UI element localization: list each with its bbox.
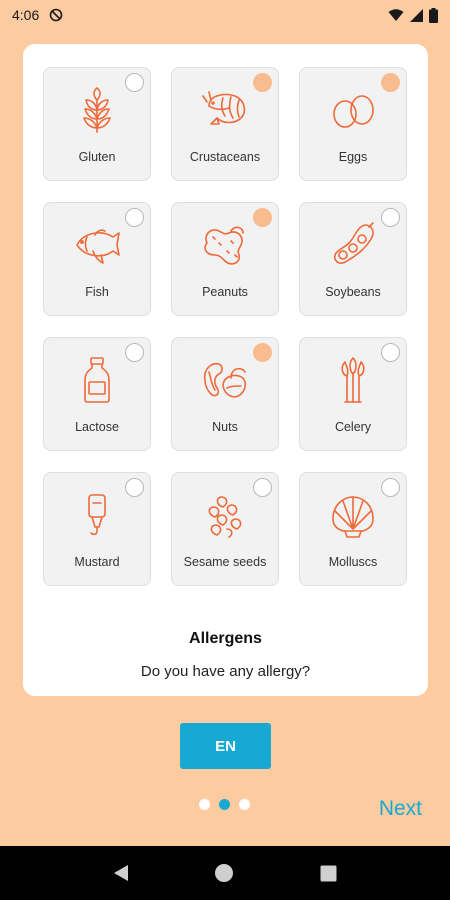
allergen-label: Crustaceans <box>189 150 261 164</box>
select-checkbox[interactable] <box>253 208 272 227</box>
card-subtitle: Do you have any allergy? <box>140 663 311 680</box>
allergen-label: Mustard <box>74 555 120 569</box>
allergen-tile-molluscs[interactable]: Molluscs <box>299 472 407 586</box>
allergen-label: Gluten <box>78 150 116 164</box>
allergen-label: Sesame seeds <box>183 555 267 569</box>
peanut-icon <box>199 219 251 271</box>
allergen-tile-crustaceans[interactable]: Crustaceans <box>171 67 279 181</box>
shrimp-icon <box>199 84 251 136</box>
recents-icon[interactable] <box>320 865 337 882</box>
allergen-label: Eggs <box>338 150 368 164</box>
select-checkbox[interactable] <box>125 478 144 497</box>
eggs-icon <box>327 84 379 136</box>
allergen-label: Celery <box>334 420 372 434</box>
language-button[interactable]: EN <box>180 723 271 769</box>
allergen-tile-peanuts[interactable]: Peanuts <box>171 202 279 316</box>
do-not-disturb-icon <box>49 8 63 22</box>
battery-icon <box>429 7 438 23</box>
allergen-tile-gluten[interactable]: Gluten <box>43 67 151 181</box>
cellular-signal-icon <box>410 8 423 22</box>
allergen-grid: Gluten Crustaceans Eggs Fish Peanuts Soy… <box>43 67 407 586</box>
back-icon[interactable] <box>113 864 129 882</box>
allergen-tile-celery[interactable]: Celery <box>299 337 407 451</box>
home-icon[interactable] <box>214 863 234 883</box>
mustard-bottle-icon <box>71 489 123 541</box>
select-checkbox[interactable] <box>125 208 144 227</box>
select-checkbox[interactable] <box>381 343 400 362</box>
select-checkbox[interactable] <box>381 208 400 227</box>
allergen-tile-eggs[interactable]: Eggs <box>299 67 407 181</box>
pager-dots <box>199 799 250 810</box>
allergen-tile-nuts[interactable]: Nuts <box>171 337 279 451</box>
allergen-tile-mustard[interactable]: Mustard <box>43 472 151 586</box>
wheat-icon <box>71 84 123 136</box>
select-checkbox[interactable] <box>253 73 272 92</box>
pager-dot <box>219 799 230 810</box>
select-checkbox[interactable] <box>253 343 272 362</box>
allergen-tile-fish[interactable]: Fish <box>43 202 151 316</box>
fish-icon <box>71 219 123 271</box>
allergen-label: Lactose <box>75 420 119 434</box>
status-time: 4:06 <box>12 7 40 23</box>
select-checkbox[interactable] <box>125 73 144 92</box>
wifi-icon <box>388 8 404 21</box>
allergens-card: Gluten Crustaceans Eggs Fish Peanuts Soy… <box>23 44 428 696</box>
allergen-label: Fish <box>85 285 109 299</box>
soybean-icon <box>327 219 379 271</box>
allergen-label: Nuts <box>212 420 238 434</box>
pager-dot <box>199 799 210 810</box>
allergen-tile-soybeans[interactable]: Soybeans <box>299 202 407 316</box>
allergen-label: Peanuts <box>202 285 248 299</box>
navigation-bar <box>0 846 450 900</box>
select-checkbox[interactable] <box>381 73 400 92</box>
shell-icon <box>327 489 379 541</box>
next-button[interactable]: Next <box>379 797 422 821</box>
allergen-label: Soybeans <box>325 285 381 299</box>
allergen-tile-sesame-seeds[interactable]: Sesame seeds <box>171 472 279 586</box>
card-title: Allergens <box>189 630 262 647</box>
pager-dot <box>239 799 250 810</box>
select-checkbox[interactable] <box>381 478 400 497</box>
status-bar: 4:06 <box>0 0 450 30</box>
nuts-icon <box>199 354 251 406</box>
allergen-label: Molluscs <box>328 555 378 569</box>
sesame-icon <box>199 489 251 541</box>
select-checkbox[interactable] <box>125 343 144 362</box>
milk-bottle-icon <box>71 354 123 406</box>
celery-icon <box>327 354 379 406</box>
select-checkbox[interactable] <box>253 478 272 497</box>
allergen-tile-lactose[interactable]: Lactose <box>43 337 151 451</box>
